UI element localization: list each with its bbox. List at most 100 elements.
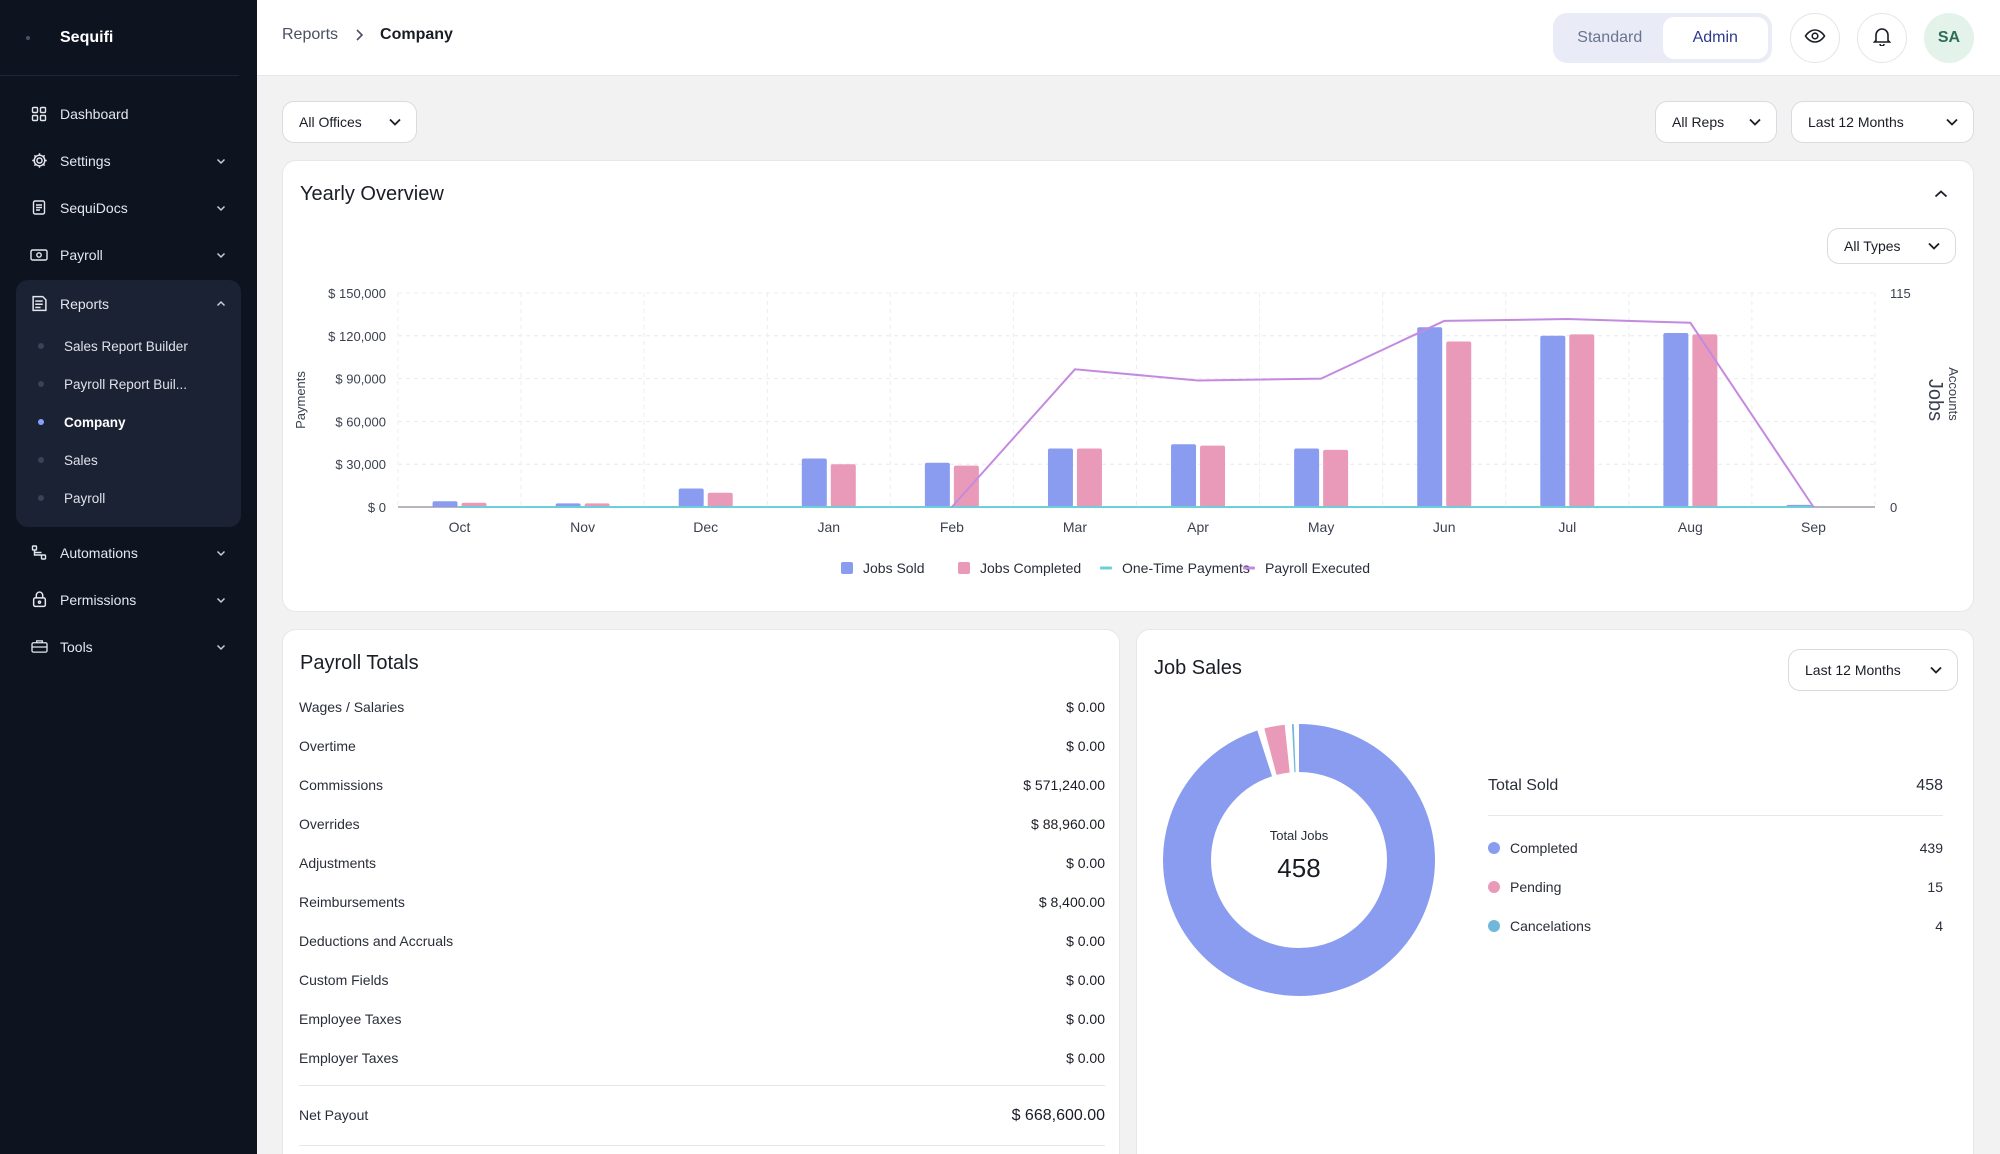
sub-item-label: Payroll Report Buil... bbox=[64, 376, 188, 392]
sidebar-item-label: Settings bbox=[60, 152, 111, 169]
preview-button[interactable] bbox=[1790, 13, 1840, 63]
bar-jobs-sold[interactable] bbox=[1663, 332, 1689, 507]
legend-name: Pending bbox=[1510, 879, 1562, 895]
bar-jobs-sold[interactable] bbox=[432, 501, 458, 507]
sidebar-item-dashboard[interactable]: Dashboard bbox=[16, 90, 241, 137]
bar-jobs-completed[interactable] bbox=[1323, 449, 1349, 507]
bar-jobs-completed[interactable] bbox=[707, 492, 733, 507]
sidebar-item-sequidocs[interactable]: SequiDocs bbox=[16, 184, 241, 231]
legend-label[interactable]: Jobs Sold bbox=[863, 560, 924, 576]
sub-item-label: Company bbox=[64, 414, 126, 430]
sidebar-item-reports[interactable]: Reports bbox=[16, 280, 241, 327]
legend-swatch bbox=[1243, 566, 1255, 570]
legend-dot bbox=[1488, 842, 1500, 854]
bar-jobs-sold[interactable] bbox=[924, 462, 950, 507]
bar-jobs-sold[interactable] bbox=[801, 458, 827, 507]
chevron-down-icon bbox=[1929, 665, 1943, 675]
cash-icon bbox=[30, 246, 48, 264]
bar-jobs-completed[interactable] bbox=[1446, 341, 1472, 507]
sidebar-item-label: Payroll bbox=[60, 246, 103, 263]
payroll-row: Overtime $ 0.00 bbox=[299, 738, 1105, 754]
job-sales-period-select[interactable]: Last 12 Months bbox=[1788, 649, 1958, 691]
y-left-tick: $ 90,000 bbox=[335, 372, 386, 387]
payroll-row-label: Employee Taxes bbox=[299, 1011, 402, 1027]
legend-label[interactable]: Payroll Executed bbox=[1265, 560, 1370, 576]
brand[interactable]: Sequifi bbox=[0, 0, 239, 76]
sidebar-sub-sales-report-builder[interactable]: Sales Report Builder bbox=[16, 327, 241, 365]
sidebar-item-automations[interactable]: Automations bbox=[16, 529, 241, 576]
total-sold-row: Total Sold 458 bbox=[1488, 777, 1943, 795]
avatar[interactable]: SA bbox=[1924, 13, 1974, 63]
total-sold-value: 458 bbox=[1916, 777, 1943, 794]
chevron-down-icon bbox=[215, 641, 227, 653]
legend-swatch bbox=[958, 562, 970, 574]
bar-jobs-completed[interactable] bbox=[1200, 445, 1226, 507]
bullet-icon bbox=[38, 419, 44, 425]
flow-icon bbox=[30, 544, 48, 562]
bar-jobs-completed[interactable] bbox=[830, 464, 856, 507]
notifications-button[interactable] bbox=[1857, 13, 1907, 63]
divider bbox=[299, 1085, 1105, 1086]
bar-jobs-sold[interactable] bbox=[678, 488, 704, 507]
legend-dot bbox=[1488, 881, 1500, 893]
reps-select-value: All Reps bbox=[1672, 114, 1725, 130]
bar-jobs-sold[interactable] bbox=[1540, 335, 1566, 507]
sidebar-item-label: Tools bbox=[60, 638, 93, 655]
bullet-icon bbox=[38, 381, 44, 387]
payroll-row-value: $ 571,240.00 bbox=[1023, 777, 1105, 793]
bar-jobs-sold[interactable] bbox=[1171, 444, 1197, 507]
bar-jobs-completed[interactable] bbox=[1692, 334, 1718, 507]
x-tick: May bbox=[1308, 519, 1334, 535]
legend-label[interactable]: One-Time Payments bbox=[1122, 560, 1250, 576]
legend-value: 15 bbox=[1927, 879, 1943, 895]
payroll-row: Reimbursements $ 8,400.00 bbox=[299, 894, 1105, 910]
payroll-row-value: $ 8,400.00 bbox=[1038, 894, 1105, 910]
bar-jobs-sold[interactable] bbox=[1294, 448, 1320, 507]
logo-icon bbox=[26, 35, 30, 40]
sidebar-item-label: Reports bbox=[60, 295, 110, 312]
legend-label[interactable]: Jobs Completed bbox=[980, 560, 1081, 576]
y-right-tick: 115 bbox=[1890, 286, 1911, 301]
chevron-down-icon bbox=[215, 594, 227, 606]
payroll-row: Commissions $ 571,240.00 bbox=[299, 777, 1105, 793]
bar-jobs-completed[interactable] bbox=[1569, 334, 1595, 507]
sidebar-item-payroll[interactable]: Payroll bbox=[16, 231, 241, 278]
legend-swatch bbox=[841, 562, 853, 574]
sidebar-sub-company[interactable]: Company bbox=[16, 403, 241, 441]
y-right-axis-label: Accounts bbox=[1946, 367, 1961, 421]
sidebar-sub-payroll-report-builder[interactable]: Payroll Report Buil... bbox=[16, 365, 241, 403]
breadcrumb-company: Company bbox=[380, 26, 453, 43]
chevron-down-icon bbox=[215, 547, 227, 559]
offices-select[interactable]: All Offices bbox=[282, 101, 417, 143]
sidebar-item-permissions[interactable]: Permissions bbox=[16, 576, 241, 623]
eye-icon bbox=[1804, 28, 1826, 49]
chevron-down-icon bbox=[388, 117, 402, 127]
toolbox-icon bbox=[30, 638, 48, 656]
legend-value: 439 bbox=[1919, 840, 1943, 856]
x-tick: Oct bbox=[449, 519, 471, 535]
payroll-row: Deductions and Accruals $ 0.00 bbox=[299, 933, 1105, 949]
role-standard-button[interactable]: Standard bbox=[1557, 17, 1663, 59]
bullet-icon bbox=[38, 495, 44, 501]
role-toggle: Standard Admin bbox=[1553, 13, 1772, 63]
bar-jobs-sold[interactable] bbox=[1417, 327, 1443, 507]
reps-select[interactable]: All Reps bbox=[1655, 101, 1777, 143]
period-select[interactable]: Last 12 Months bbox=[1791, 101, 1974, 143]
job-sales-legend-row: Pending 15 bbox=[1488, 879, 1943, 895]
sub-item-label: Sales Report Builder bbox=[64, 338, 188, 354]
bar-jobs-completed[interactable] bbox=[1076, 448, 1102, 507]
payroll-row-label: Adjustments bbox=[299, 855, 377, 871]
sidebar-item-tools[interactable]: Tools bbox=[16, 623, 241, 670]
sidebar-sub-payroll[interactable]: Payroll bbox=[16, 479, 241, 517]
sidebar-item-settings[interactable]: Settings bbox=[16, 137, 241, 184]
net-payout-value: $ 668,600.00 bbox=[1011, 1107, 1105, 1124]
sidebar-sub-sales[interactable]: Sales bbox=[16, 441, 241, 479]
x-tick: Apr bbox=[1187, 519, 1209, 535]
x-tick: Sep bbox=[1801, 519, 1826, 535]
legend-dot bbox=[1488, 920, 1500, 932]
role-admin-button[interactable]: Admin bbox=[1662, 17, 1768, 59]
divider bbox=[299, 1145, 1105, 1146]
bar-jobs-sold[interactable] bbox=[1047, 448, 1073, 507]
breadcrumb-reports[interactable]: Reports bbox=[282, 26, 338, 44]
sub-item-label: Sales bbox=[64, 452, 98, 468]
